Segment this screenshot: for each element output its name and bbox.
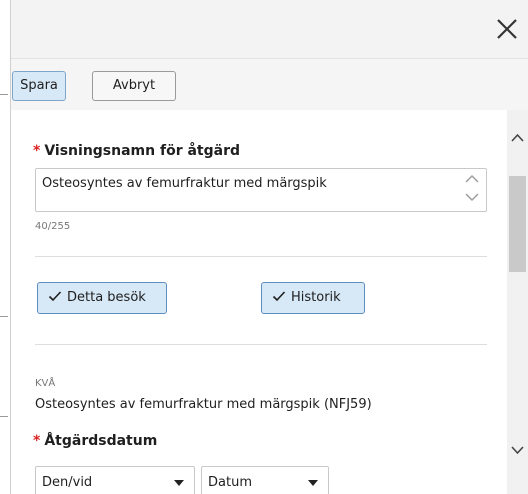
toolbar: Spara Avbryt bbox=[11, 58, 528, 111]
left-edge-tick bbox=[0, 316, 8, 317]
cancel-button[interactable]: Avbryt bbox=[92, 71, 176, 101]
this-visit-label: Detta besök bbox=[67, 290, 146, 305]
close-icon bbox=[497, 19, 517, 39]
clipped-text-above: ───── bbox=[33, 110, 63, 115]
history-label: Historik bbox=[291, 290, 341, 305]
check-icon bbox=[48, 291, 62, 302]
scroll-down-icon[interactable] bbox=[510, 444, 525, 456]
caret-down-icon bbox=[308, 480, 318, 486]
action-date-label-text: Åtgärdsdatum bbox=[44, 433, 158, 449]
date-select-value: Datum bbox=[208, 475, 252, 490]
caret-down-icon bbox=[174, 480, 184, 486]
required-marker: * bbox=[33, 143, 41, 159]
date-type-select[interactable]: Den/vid bbox=[35, 466, 195, 494]
dialog-header bbox=[11, 0, 528, 58]
display-name-label-text: Visningsnamn för åtgärd bbox=[44, 143, 240, 159]
this-visit-button[interactable]: Detta besök bbox=[37, 282, 167, 314]
section-divider bbox=[35, 344, 487, 345]
required-marker: * bbox=[33, 433, 41, 449]
section-divider bbox=[35, 256, 487, 257]
display-name-value: Osteosyntes av femurfraktur med märgspik bbox=[42, 176, 327, 191]
check-icon bbox=[272, 291, 286, 302]
display-name-textarea[interactable]: Osteosyntes av femurfraktur med märgspik bbox=[35, 168, 487, 212]
history-button[interactable]: Historik bbox=[261, 282, 365, 314]
character-counter: 40/255 bbox=[35, 221, 71, 232]
kva-value: Osteosyntes av femurfraktur med märgspik… bbox=[35, 397, 372, 412]
left-edge-tick bbox=[0, 94, 8, 95]
date-type-value: Den/vid bbox=[42, 475, 93, 490]
display-name-label: * Visningsnamn för åtgärd bbox=[33, 143, 240, 159]
chevron-down-icon[interactable] bbox=[464, 191, 480, 203]
left-edge-tick bbox=[0, 416, 8, 417]
kva-caption: KVÅ bbox=[35, 378, 56, 389]
date-select[interactable]: Datum bbox=[201, 466, 329, 494]
action-date-label: * Åtgärdsdatum bbox=[33, 433, 157, 449]
save-button[interactable]: Spara bbox=[12, 71, 66, 101]
scroll-up-icon[interactable] bbox=[510, 132, 525, 144]
vertical-scrollbar[interactable] bbox=[507, 110, 528, 494]
close-button[interactable] bbox=[490, 12, 524, 46]
chevron-up-icon[interactable] bbox=[464, 173, 480, 185]
form-content: ───── *Visningsnamn för åtgärd Osteosynt… bbox=[11, 110, 507, 494]
scrollbar-thumb[interactable] bbox=[509, 176, 526, 272]
